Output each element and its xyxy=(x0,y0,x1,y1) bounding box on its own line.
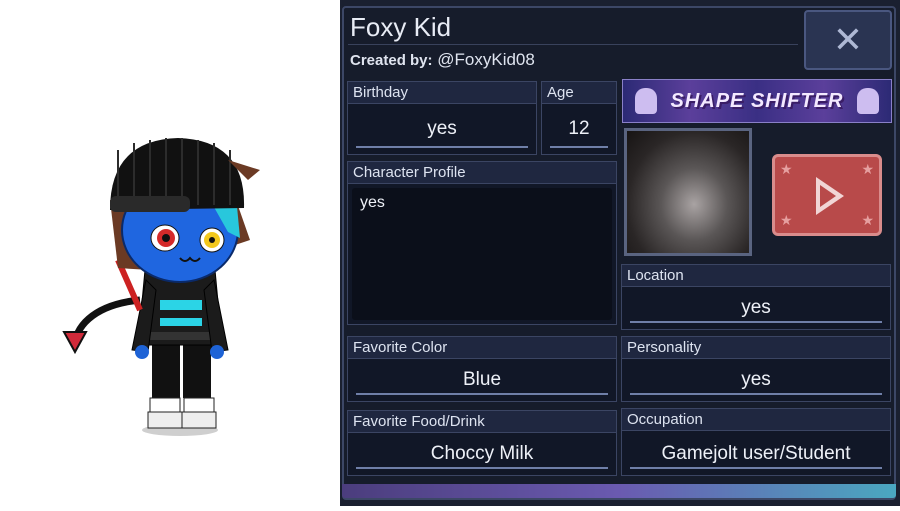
age-label: Age xyxy=(542,82,616,104)
star-icon: ★ xyxy=(861,212,874,228)
star-icon: ★ xyxy=(780,161,793,177)
personality-value: yes xyxy=(741,369,771,390)
favorite-color-value: Blue xyxy=(462,369,502,390)
character-profile-textarea[interactable] xyxy=(352,188,612,320)
birthday-value: yes xyxy=(427,118,457,139)
divider xyxy=(348,44,798,45)
favorite-food-underline xyxy=(356,467,608,469)
close-button[interactable]: ✕ xyxy=(804,10,892,70)
favorite-food-field[interactable]: Favorite Food/Drink Choccy Milk xyxy=(347,410,617,476)
favorite-color-field[interactable]: Favorite Color Blue xyxy=(347,336,617,402)
occupation-underline xyxy=(630,467,882,469)
character-info-panel: Foxy Kid Created by: @FoxyKid08 ✕ Birthd… xyxy=(340,0,900,506)
birthday-field[interactable]: Birthday yes xyxy=(347,81,537,155)
age-value: 12 xyxy=(568,118,590,139)
location-underline xyxy=(630,321,882,323)
star-icon: ★ xyxy=(780,212,793,228)
created-by-user: @FoxyKid08 xyxy=(437,50,535,69)
birthday-label: Birthday xyxy=(348,82,536,104)
banner-ornament-left xyxy=(635,88,657,114)
character-profile-value: yes xyxy=(360,194,385,211)
personality-underline xyxy=(630,393,882,395)
favorite-food-value: Choccy Milk xyxy=(430,443,534,464)
created-by: Created by: @FoxyKid08 xyxy=(350,50,535,70)
age-underline xyxy=(550,146,608,148)
personality-label: Personality xyxy=(622,337,890,359)
chibi-character xyxy=(62,138,260,436)
portrait-image[interactable] xyxy=(624,128,752,256)
bottom-strip xyxy=(342,484,896,498)
created-by-label: Created by: xyxy=(350,52,433,69)
character-profile-label: Character Profile xyxy=(348,162,616,184)
shape-shifter-banner[interactable]: SHAPE SHIFTER xyxy=(622,79,892,123)
banner-ornament-right xyxy=(857,88,879,114)
location-field[interactable]: Location yes xyxy=(621,264,891,330)
occupation-label: Occupation xyxy=(622,409,890,431)
favorite-color-label: Favorite Color xyxy=(348,337,616,359)
star-icon: ★ xyxy=(861,161,874,177)
personality-field[interactable]: Personality yes xyxy=(621,336,891,402)
location-label: Location xyxy=(622,265,890,287)
close-icon: ✕ xyxy=(832,19,864,60)
character-preview xyxy=(0,0,340,506)
occupation-value: Gamejolt user/Student xyxy=(661,443,851,464)
favorite-food-label: Favorite Food/Drink xyxy=(348,411,616,433)
location-value: yes xyxy=(741,297,771,318)
occupation-field[interactable]: Occupation Gamejolt user/Student xyxy=(621,408,891,476)
age-field[interactable]: Age 12 xyxy=(541,81,617,155)
favorite-color-underline xyxy=(356,393,608,395)
birthday-underline xyxy=(356,146,528,148)
character-profile-field[interactable]: Character Profile yes xyxy=(347,161,617,325)
character-name: Foxy Kid xyxy=(350,12,452,42)
play-icon-inner xyxy=(820,185,836,207)
banner-text: SHAPE SHIFTER xyxy=(670,89,844,112)
play-button[interactable]: ★ ★ ★ ★ xyxy=(772,154,882,236)
